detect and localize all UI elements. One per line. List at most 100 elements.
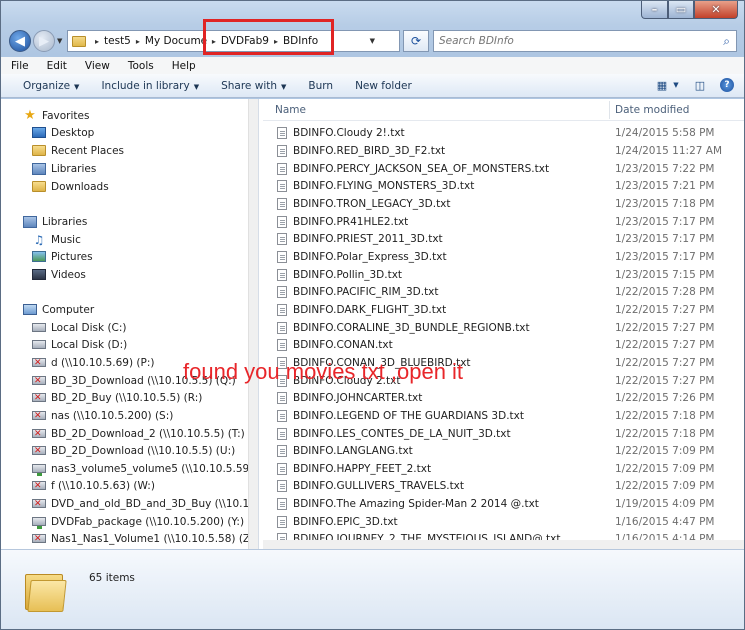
file-date: 1/23/2015 7:17 PM [615,232,715,245]
minimize-button[interactable]: – [641,1,668,19]
file-row[interactable]: BDINFO.Cloudy 2!.txt 1/24/2015 5:58 PM [263,124,744,142]
nav-item-music[interactable]: ♫ Music [32,231,81,248]
address-dropdown-icon[interactable]: ▼ [370,37,375,45]
include-in-library-button[interactable]: Include in library ▼ [101,80,199,92]
nav-item-drive[interactable]: Local Disk (D:) [32,336,127,353]
back-button[interactable]: ◀ [9,30,31,52]
column-date-modified-header[interactable]: Date modified [615,104,689,116]
hard-disk-icon [32,323,46,332]
content-area: ★ Favorites Desktop Recent Places Librari… [1,99,744,549]
file-row[interactable]: BDINFO.LANGLANG.txt 1/22/2015 7:09 PM [263,442,744,460]
breadcrumb-test5[interactable]: test5 [104,35,131,47]
navigation-scrollbar[interactable] [248,99,258,549]
file-date: 1/22/2015 7:27 PM [615,338,715,351]
menu-edit[interactable]: Edit [47,60,67,72]
nav-item-label: nas3_volume5_volume5 (\\10.10.5.59) (V:) [51,462,259,475]
file-row[interactable]: BDINFO.PERCY_JACKSON_SEA_OF_MONSTERS.txt… [263,160,744,178]
search-icon[interactable]: ⌕ [723,34,730,49]
file-row[interactable]: BDINFO.GULLIVERS_TRAVELS.txt 1/22/2015 7:… [263,477,744,495]
menu-help[interactable]: Help [172,60,196,72]
file-row[interactable]: BDINFO.PRIEST_2011_3D.txt 1/23/2015 7:17 … [263,230,744,248]
nav-item-label: Nas1_Nas1_Volume1 (\\10.10.5.58) (Z:) [51,532,258,545]
nav-item-drive[interactable]: f (\\10.10.5.63) (W:) [32,477,155,494]
breadcrumb-my-documents[interactable]: My Documents [145,35,207,47]
maximize-button[interactable]: ▭ [668,1,694,19]
file-row[interactable]: BDINFO.HAPPY_FEET_2.txt 1/22/2015 7:09 PM [263,460,744,478]
view-dropdown-icon[interactable]: ▼ [672,78,680,92]
explorer-window: – ▭ ✕ ◀ ▶ ▼ ▸ test5 ▸ My Documents ▸ DVD… [0,0,745,630]
nav-item-label: Desktop [51,126,95,139]
nav-item-drive[interactable]: BD_2D_Download_2 (\\10.10.5.5) (T:) [32,425,245,442]
menu-file[interactable]: File [11,60,29,72]
nav-item-label: Local Disk (D:) [51,338,128,351]
preview-pane-icon[interactable]: ◫ [692,78,708,92]
breadcrumb-separator[interactable]: ▸ [95,37,99,46]
nav-item-pictures[interactable]: Pictures [32,248,93,265]
column-header-row: Name Date modified [263,99,744,121]
search-input[interactable] [439,35,709,47]
nav-item-drive[interactable]: nas (\\10.10.5.200) (S:) [32,407,173,424]
file-name: BDINFO.LEGEND OF THE GUARDIANS 3D.txt [293,409,524,422]
file-date: 1/22/2015 7:26 PM [615,391,715,404]
nav-item-drive[interactable]: nas3_volume5_volume5 (\\10.10.5.59) (V:) [32,460,259,477]
refresh-button[interactable]: ⟳ [403,30,429,52]
nav-item-desktop[interactable]: Desktop [32,124,94,141]
file-date: 1/22/2015 7:27 PM [615,321,715,334]
column-divider[interactable] [609,101,610,119]
file-name: BDINFO.JOHNCARTER.txt [293,391,423,404]
column-name-header[interactable]: Name [275,104,306,116]
nav-item-drive[interactable]: Nas1_Nas1_Volume1 (\\10.10.5.58) (Z:) [32,530,258,547]
file-date: 1/24/2015 11:27 AM [615,144,723,157]
annotation-text: found you movies txt ,open it [183,359,464,384]
file-row[interactable]: BDINFO.FLYING_MONSTERS_3D.txt 1/23/2015 7… [263,177,744,195]
recent-pages-dropdown[interactable]: ▼ [57,37,62,45]
file-row[interactable]: BDINFO.EPIC_3D.txt 1/16/2015 4:47 PM [263,513,744,531]
file-row[interactable]: BDINFO.TRON_LEGACY_3D.txt 1/23/2015 7:18 … [263,195,744,213]
file-date: 1/22/2015 7:09 PM [615,479,715,492]
search-box[interactable]: ⌕ [433,30,737,52]
nav-item-drive[interactable]: DVD_and_old_BD_and_3D_Buy (\\10.10.5.5) … [32,495,258,512]
file-row[interactable]: BDINFO.CORALINE_3D_BUNDLE_REGIONB.txt 1/2… [263,319,744,337]
file-row[interactable]: BDINFO.JOHNCARTER.txt 1/22/2015 7:26 PM [263,389,744,407]
horizontal-scrollbar[interactable] [263,540,744,549]
nav-item-drive[interactable]: d (\\10.10.5.69) (P:) [32,354,154,371]
file-row[interactable]: BDINFO.RED_BIRD_3D_F2.txt 1/24/2015 11:27… [263,142,744,160]
nav-favorites[interactable]: ★ Favorites [23,107,89,124]
nav-item-recent-places[interactable]: Recent Places [32,142,124,159]
nav-item-label: Music [51,233,81,246]
file-name: BDINFO.LES_CONTES_DE_LA_NUIT_3D.txt [293,427,511,440]
nav-item-drive[interactable]: Local Disk (C:) [32,319,127,336]
file-row[interactable]: BDINFO.Polar_Express_3D.txt 1/23/2015 7:1… [263,248,744,266]
burn-button[interactable]: Burn [308,80,333,92]
organize-label: Organize [23,79,71,92]
file-row[interactable]: BDINFO.LEGEND OF THE GUARDIANS 3D.txt 1/2… [263,407,744,425]
close-button[interactable]: ✕ [694,1,738,19]
nav-item-drive[interactable]: DVDFab_package (\\10.10.5.200) (Y:) [32,513,244,530]
nav-computer[interactable]: Computer [23,301,94,318]
nav-item-libraries-fav[interactable]: Libraries [32,160,96,177]
text-file-icon [277,162,287,175]
nav-item-drive[interactable]: BD_2D_Buy (\\10.10.5.5) (R:) [32,389,202,406]
forward-button[interactable]: ▶ [33,30,55,52]
menu-view[interactable]: View [85,60,110,72]
new-folder-button[interactable]: New folder [355,80,412,92]
change-view-icon[interactable]: ▦ [654,78,670,92]
file-row[interactable]: BDINFO.PACIFIC_RIM_3D.txt 1/22/2015 7:28 … [263,283,744,301]
nav-libraries[interactable]: Libraries [23,213,87,230]
file-date: 1/22/2015 7:09 PM [615,444,715,457]
file-row[interactable]: BDINFO.PR41HLE2.txt 1/23/2015 7:17 PM [263,213,744,231]
file-row[interactable]: BDINFO.The Amazing Spider-Man 2 2014 @.t… [263,495,744,513]
organize-button[interactable]: Organize ▼ [23,80,79,92]
file-date: 1/22/2015 7:27 PM [615,356,715,369]
menu-tools[interactable]: Tools [128,60,154,72]
nav-item-videos[interactable]: Videos [32,266,86,283]
file-row[interactable]: BDINFO.LES_CONTES_DE_LA_NUIT_3D.txt 1/22/… [263,425,744,443]
help-icon[interactable]: ? [720,78,734,92]
file-row[interactable]: BDINFO.CONAN.txt 1/22/2015 7:27 PM [263,336,744,354]
share-with-button[interactable]: Share with ▼ [221,80,286,92]
file-row[interactable]: BDINFO.Pollin_3D.txt 1/23/2015 7:15 PM [263,266,744,284]
nav-item-drive[interactable]: BD_2D_Download (\\10.10.5.5) (U:) [32,442,235,459]
file-row[interactable]: BDINFO.DARK_FLIGHT_3D.txt 1/22/2015 7:27 … [263,301,744,319]
breadcrumb-separator[interactable]: ▸ [136,37,140,46]
nav-item-downloads[interactable]: Downloads [32,178,109,195]
